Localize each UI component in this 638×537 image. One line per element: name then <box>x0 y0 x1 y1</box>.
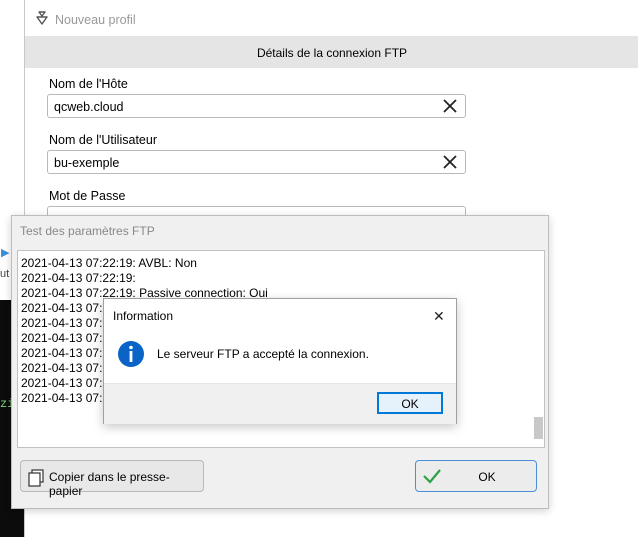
log-line: 2021-04-13 07:22 <box>21 301 116 315</box>
background-text: ut <box>0 268 10 280</box>
log-line: 2021-04-13 07:22:19: AVBL: Non <box>21 256 197 270</box>
log-line: 2021-04-13 07:22 <box>21 361 116 375</box>
user-value: bu-exemple <box>54 156 120 170</box>
clear-icon[interactable] <box>442 154 458 170</box>
ok-button[interactable]: OK <box>415 460 537 492</box>
section-header-label: Détails de la connexion FTP <box>256 46 408 60</box>
user-field[interactable]: bu-exemple <box>47 150 466 174</box>
host-field[interactable]: qcweb.cloud <box>47 94 466 118</box>
window-title: Nouveau profil <box>55 13 136 27</box>
section-header: Détails de la connexion FTP <box>25 36 638 68</box>
close-icon[interactable]: ✕ <box>433 308 445 325</box>
dialog-message: Le serveur FTP a accepté la connexion. <box>157 347 369 361</box>
ok-button-label: OK <box>478 470 496 484</box>
dialog-footer: OK <box>104 383 456 424</box>
host-label: Nom de l'Hôte <box>49 77 128 91</box>
window-title: Test des paramètres FTP <box>20 224 155 238</box>
copy-button-label: Copier dans le presse-papier <box>49 470 170 498</box>
dialog-ok-button[interactable]: OK <box>377 392 443 414</box>
host-value: qcweb.cloud <box>54 100 124 114</box>
log-line: 2021-04-13 07:22 <box>21 316 116 330</box>
log-line: 2021-04-13 07:22 <box>21 391 116 405</box>
log-line: 2021-04-13 07:22 <box>21 331 116 345</box>
dialog-ok-label: OK <box>401 397 419 411</box>
password-label: Mot de Passe <box>49 189 126 203</box>
log-line: 2021-04-13 07:22 <box>21 346 116 360</box>
dialog-title: Information <box>113 309 174 323</box>
scrollbar-thumb[interactable] <box>534 417 543 439</box>
info-icon <box>118 341 144 367</box>
title-bar[interactable]: Nouveau profil <box>25 0 638 36</box>
user-label: Nom de l'Utilisateur <box>49 133 157 147</box>
log-line: 2021-04-13 07:22:19: <box>21 271 136 285</box>
clear-icon[interactable] <box>442 98 458 114</box>
arrow-icon: ▶ <box>1 247 10 259</box>
copy-icon <box>28 469 44 487</box>
copy-to-clipboard-button[interactable]: Copier dans le presse-papier <box>20 460 204 498</box>
information-dialog: Information ✕ Le serveur FTP a accepté l… <box>103 298 457 424</box>
log-line: 2021-04-13 07:22 <box>21 376 116 390</box>
app-icon <box>36 11 48 25</box>
